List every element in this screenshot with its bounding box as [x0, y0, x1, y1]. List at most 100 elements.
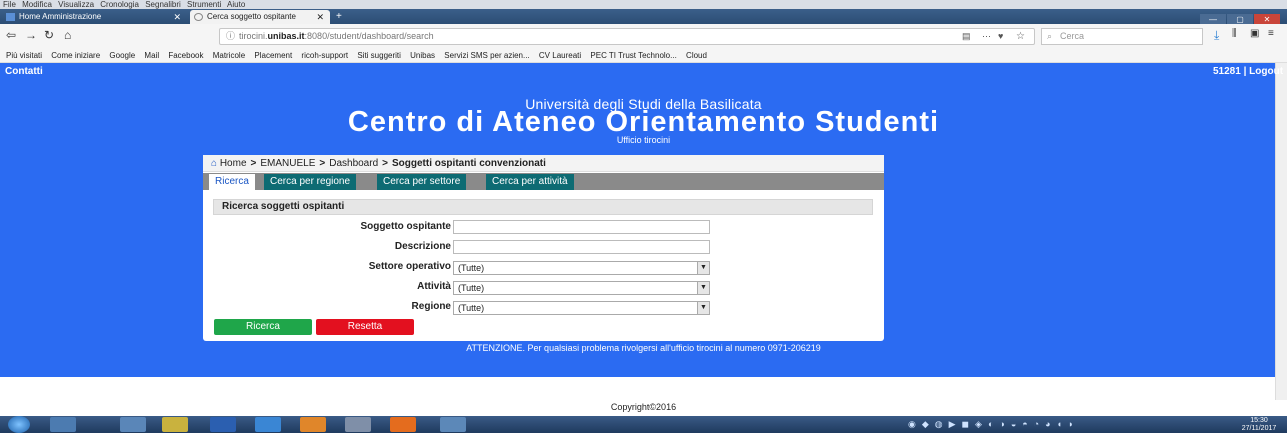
page-icon — [6, 13, 15, 21]
menu-help[interactable]: Aiuto — [227, 0, 245, 9]
taskbar-app-icon[interactable] — [345, 417, 371, 432]
clock-time: 15:30 — [1250, 417, 1268, 424]
search-button[interactable]: Ricerca — [214, 319, 312, 335]
bookmark-item[interactable]: Facebook — [168, 51, 203, 60]
breadcrumb-current: Soggetti ospitanti convenzionati — [391, 158, 546, 169]
tab-cerca-soggetto[interactable]: Cerca soggetto ospitante ✕ — [190, 10, 330, 24]
info-icon[interactable]: ⓘ — [226, 31, 235, 41]
taskbar-app-icon[interactable] — [440, 417, 466, 432]
sidebar-icon[interactable]: ▣ — [1250, 28, 1259, 39]
hamburger-menu-icon[interactable]: ≡ — [1268, 28, 1274, 39]
new-tab-icon[interactable]: + — [336, 11, 342, 22]
window-controls: — ▢ ✕ — [1200, 9, 1285, 26]
regione-label: Regione — [411, 301, 451, 312]
settore-value: (Tutte) — [458, 263, 485, 273]
word-icon[interactable] — [210, 417, 236, 432]
tab-strip: Home Amministrazione ✕ Cerca soggetto os… — [0, 9, 1287, 24]
settore-select[interactable]: (Tutte) ▼ — [453, 261, 710, 275]
copyright-text: Copyright©2016 — [610, 402, 677, 412]
ie-icon[interactable] — [255, 417, 281, 432]
bookmark-item[interactable]: Siti suggeriti — [357, 51, 401, 60]
tab-label: Home Amministrazione — [19, 12, 102, 21]
chevron-down-icon[interactable]: ▼ — [697, 302, 709, 314]
pocket-icon[interactable]: ♥ — [998, 29, 1003, 44]
clock-date: 27/11/2017 — [1241, 425, 1277, 432]
bookmark-item[interactable]: ricoh-support — [301, 51, 348, 60]
home-icon[interactable]: ⌂ — [64, 28, 71, 42]
clock[interactable]: 15:30 27/11/2017 — [1234, 417, 1284, 433]
search-panel: ⌂ Home > EMANUELE > Dashboard > Soggetti ospit… — [203, 155, 884, 341]
breadcrumb-home[interactable]: Home — [220, 158, 247, 169]
url-domain: unibas.it — [267, 31, 305, 41]
breadcrumb-user[interactable]: EMANUELE — [260, 158, 315, 169]
search-input[interactable]: ⌕ Cerca — [1041, 28, 1203, 45]
close-icon[interactable]: ✕ — [316, 10, 324, 24]
star-icon[interactable]: ☆ — [1016, 29, 1025, 44]
forward-icon[interactable]: → — [25, 28, 37, 42]
tab-cerca-per-settore[interactable]: Cerca per settore — [377, 174, 467, 190]
descrizione-label: Descrizione — [394, 241, 451, 252]
taskbar-app-icon[interactable] — [120, 417, 146, 432]
url-bar[interactable]: ⓘ tirocini.unibas.it:8080/student/dashboa… — [219, 28, 1035, 45]
attivita-select[interactable]: (Tutte) ▼ — [453, 281, 710, 295]
more-icon[interactable]: ⋯ — [982, 29, 991, 44]
url-suffix: :8080/student/dashboard/search — [304, 31, 434, 41]
office-subtitle: Ufficio tirocini — [616, 135, 671, 145]
start-icon[interactable] — [8, 416, 30, 433]
bookmark-item[interactable]: Matricole — [213, 51, 245, 60]
attivita-label: Attività — [417, 281, 451, 292]
reload-icon[interactable]: ↻ — [44, 28, 54, 42]
user-logout-link[interactable]: 51281 | Logout — [1213, 66, 1283, 77]
tab-ricerca[interactable]: Ricerca — [209, 174, 255, 190]
chevron-down-icon[interactable]: ▼ — [697, 262, 709, 274]
bookmark-item[interactable]: CV Laureati — [539, 51, 581, 60]
descrizione-input[interactable] — [453, 240, 710, 254]
taskbar-app-icon[interactable] — [50, 417, 76, 432]
contacts-link[interactable]: Contatti — [5, 66, 43, 77]
firefox-icon[interactable] — [300, 417, 326, 432]
bookmark-item[interactable]: Più visitati — [6, 51, 42, 60]
navigation-bar: ⇦ → ↻ ⌂ ⓘ tirocini.unibas.it:8080/student… — [0, 24, 1287, 49]
menu-bookmarks[interactable]: Segnalibri — [145, 0, 181, 9]
chevron-down-icon[interactable]: ▼ — [697, 282, 709, 294]
bookmark-item[interactable]: Come iniziare — [51, 51, 100, 60]
menu-bar: File Modifica Visualizza Cronologia Segn… — [0, 0, 1287, 9]
tab-cerca-per-regione[interactable]: Cerca per regione — [264, 174, 357, 190]
system-tray-icons[interactable]: ◉◆◍▶◼◈◐◑◒◓◔◕◖◗ — [908, 419, 1228, 430]
tab-cerca-per-attivita[interactable]: Cerca per attività — [486, 174, 574, 190]
menu-file[interactable]: File — [3, 0, 16, 9]
menu-edit[interactable]: Modifica — [22, 0, 52, 9]
url-prefix: tirocini. — [239, 31, 268, 41]
library-icon[interactable]: ⫼ — [1232, 28, 1237, 39]
bookmark-item[interactable]: Cloud — [686, 51, 707, 60]
reader-icon[interactable]: ▤ — [962, 29, 971, 44]
search-tabs: Ricerca Cerca per regione Cerca per sett… — [203, 173, 884, 190]
section-header: Ricerca soggetti ospitanti — [213, 199, 873, 215]
home-icon[interactable]: ⌂ — [211, 158, 217, 169]
reset-button[interactable]: Resetta — [316, 319, 414, 335]
breadcrumb-dashboard[interactable]: Dashboard — [329, 158, 378, 169]
bookmark-item[interactable]: PEC TI Trust Technolo... — [590, 51, 676, 60]
close-icon[interactable]: ✕ — [173, 10, 181, 24]
download-icon[interactable]: ⤓ — [1214, 28, 1219, 43]
bookmark-item[interactable]: Unibas — [410, 51, 435, 60]
soggetto-label: Soggetto ospitante — [360, 221, 451, 232]
settore-label: Settore operativo — [368, 261, 451, 272]
regione-value: (Tutte) — [458, 303, 485, 313]
back-icon[interactable]: ⇦ — [6, 28, 16, 42]
bookmark-item[interactable]: Mail — [144, 51, 159, 60]
menu-view[interactable]: Visualizza — [58, 0, 94, 9]
menu-history[interactable]: Cronologia — [100, 0, 139, 9]
bookmark-item[interactable]: Servizi SMS per azien... — [444, 51, 529, 60]
bookmarks-bar: Più visitati Come iniziare Google Mail F… — [0, 49, 1287, 63]
tab-home-amministrazione[interactable]: Home Amministrazione ✕ — [2, 10, 187, 24]
outlook-icon[interactable] — [390, 417, 416, 432]
breadcrumb: ⌂ Home > EMANUELE > Dashboard > Soggetti ospit… — [203, 155, 884, 172]
bookmark-item[interactable]: Google — [109, 51, 135, 60]
chrome-icon[interactable] — [162, 417, 188, 432]
regione-select[interactable]: (Tutte) ▼ — [453, 301, 710, 315]
search-icon: ⌕ — [1047, 31, 1053, 41]
bookmark-item[interactable]: Placement — [254, 51, 292, 60]
menu-tools[interactable]: Strumenti — [187, 0, 221, 9]
soggetto-input[interactable] — [453, 220, 710, 234]
